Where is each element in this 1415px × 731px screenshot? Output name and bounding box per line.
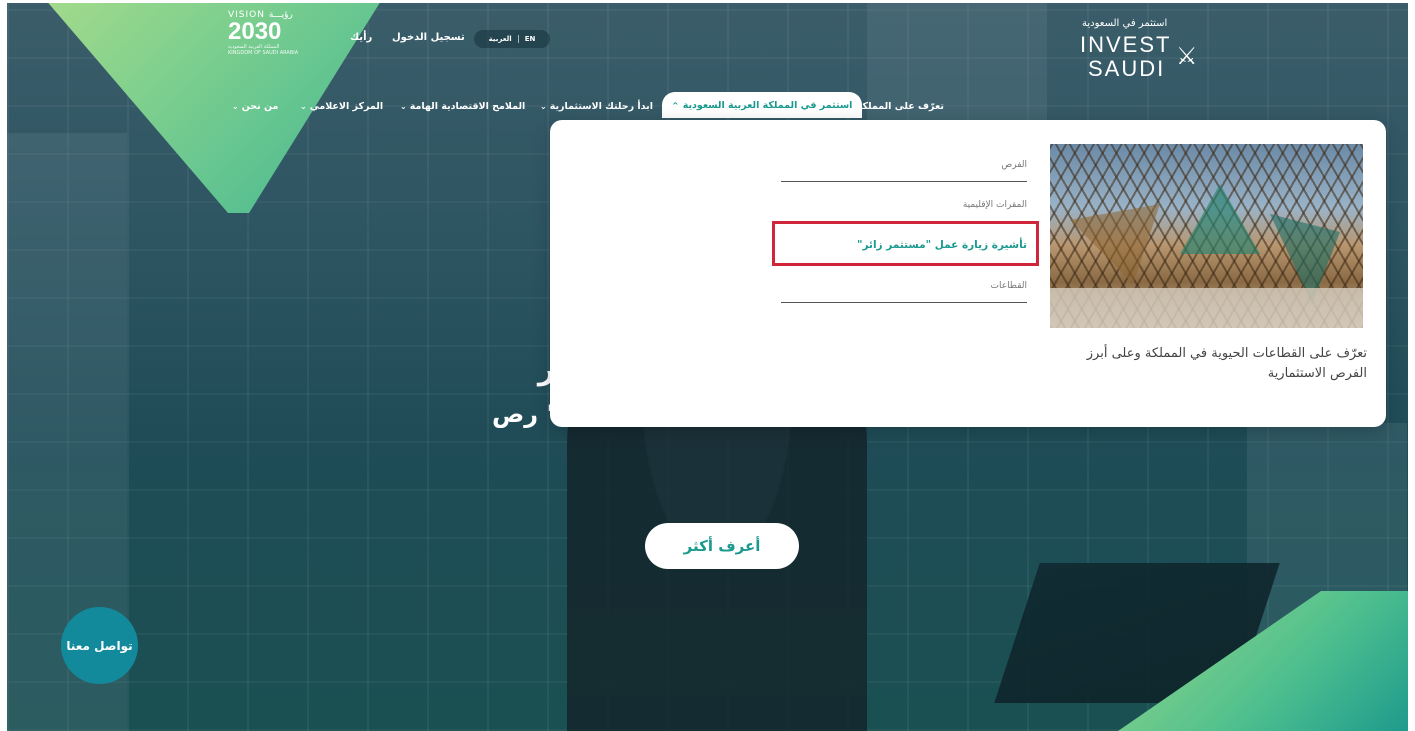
nav-item-label: المركز الاعلامي — [309, 100, 384, 112]
nav-item-economic-features[interactable]: ⌄ الملامح الاقتصادية الهامة — [400, 96, 525, 116]
feedback-link[interactable]: رأيك — [350, 32, 372, 43]
palm-swords-icon: ⚔ — [1176, 42, 1198, 70]
nav-item-start-journey[interactable]: ⌄ ابدأ رحلتك الاستثمارية — [540, 96, 653, 116]
invest-saudi-logo[interactable]: استثمر في السعودية INVEST SAUDI ⚔ — [1060, 18, 1220, 88]
lang-ar-option[interactable]: العربية — [489, 35, 512, 43]
chevron-up-icon: ^ — [672, 100, 679, 110]
language-toggle[interactable]: العربية EN — [474, 30, 550, 48]
highlight-box — [772, 221, 1039, 266]
brand-arabic: استثمر في السعودية — [1082, 18, 1168, 29]
nav-item-label: تعرّف على المملكة — [856, 100, 944, 112]
nav-item-media-center[interactable]: ⌄ المركز الاعلامي — [300, 96, 383, 116]
learn-more-button[interactable]: أعرف أكثر — [645, 523, 799, 569]
lang-separator — [517, 35, 519, 43]
dropdown-item-sectors[interactable]: القطاعات — [781, 277, 1027, 303]
hero-subtitle-fragment-left: رص " — [492, 400, 559, 428]
vision-logo-subtitle-en: KINGDOM OF SAUDI ARABIA — [228, 50, 299, 56]
dropdown-image — [1050, 144, 1363, 328]
dropdown-description: تعرّف على القطاعات الحيوية في المملكة وع… — [1086, 346, 1367, 381]
chevron-down-icon: ⌄ — [540, 101, 547, 111]
login-link[interactable]: تسجيل الدخول — [392, 32, 465, 43]
contact-us-button[interactable]: تواصل معنا — [61, 607, 138, 684]
lang-en-option[interactable]: EN — [525, 35, 536, 43]
nav-item-about-us[interactable]: ⌄ من نحن — [232, 96, 278, 116]
vision-logo-number: 2030 — [228, 18, 282, 45]
dropdown-item-regional-hq[interactable]: المقرات الإقليمية — [781, 196, 1027, 222]
nav-item-invest-active[interactable]: ^ استثمر في المملكة العربية السعودية — [662, 92, 863, 118]
nav-item-label: من نحن — [241, 100, 279, 112]
invest-dropdown-menu: تعرّف على القطاعات الحيوية في المملكة وع… — [550, 120, 1386, 427]
nav-item-label: الملامح الاقتصادية الهامة — [409, 100, 526, 112]
dropdown-item-opportunities[interactable]: الفرص — [781, 156, 1027, 182]
brand-line2: SAUDI — [1088, 56, 1166, 81]
chevron-down-icon: ⌄ — [400, 101, 407, 111]
brand-line1: INVEST — [1080, 32, 1172, 57]
nav-item-label: ابدأ رحلتك الاستثمارية — [549, 100, 653, 112]
chevron-down-icon: ⌄ — [300, 101, 307, 111]
chevron-down-icon: ⌄ — [232, 101, 239, 111]
vision-2030-logo[interactable]: VISION رؤيـــة 2030 المملكة العربية السع… — [228, 10, 310, 56]
nav-item-label: استثمر في المملكة العربية السعودية — [682, 99, 853, 111]
